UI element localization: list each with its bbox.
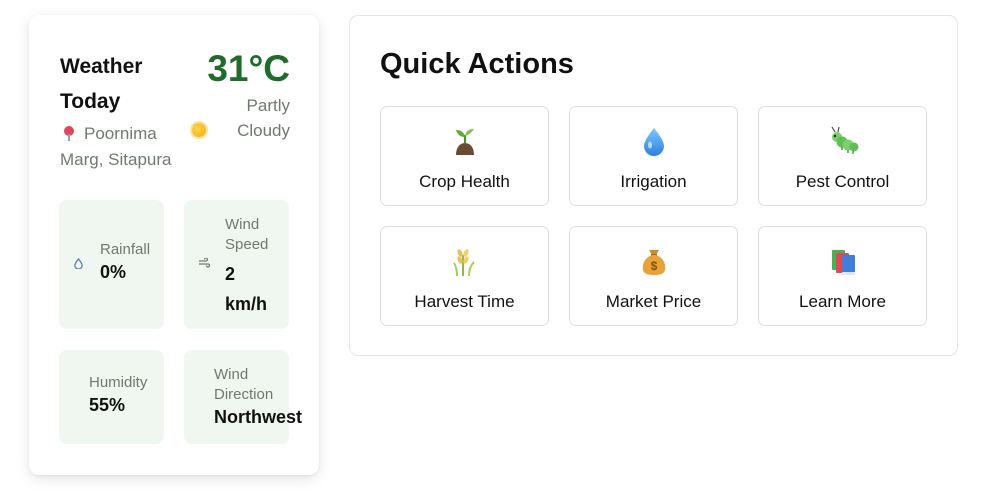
learn-more-label: Learn More	[799, 292, 886, 311]
temperature-value: 31°C	[207, 48, 290, 89]
rainfall-value: 0%	[100, 262, 127, 282]
rainfall-tile: Rainfall 0%	[59, 200, 164, 329]
wind-direction-label: Wind Direction	[214, 366, 274, 403]
crop-health-label: Crop Health	[419, 172, 510, 191]
wind-direction-tile: Wind Direction Northwest	[184, 350, 302, 444]
learn-more-button[interactable]: Learn More	[758, 226, 927, 326]
weather-condition: Partly Cloudy	[192, 93, 290, 143]
sun-icon	[192, 123, 206, 137]
svg-text:$: $	[650, 259, 657, 273]
weather-title: Weather Today	[60, 55, 143, 113]
seedling-icon	[381, 125, 548, 157]
weather-card: Weather Today 31°C Partly Cloudy Poornim…	[29, 15, 319, 475]
wind-speed-label: Wind Speed	[225, 216, 269, 253]
wind-speed-value: 2 km/h	[225, 264, 268, 314]
water-drop-icon	[570, 125, 737, 157]
pin-icon	[64, 126, 74, 141]
wind-speed-tile: Wind Speed 2 km/h	[184, 200, 289, 329]
books-icon	[759, 245, 926, 277]
humidity-tile: Humidity 55%	[59, 350, 164, 444]
harvest-time-button[interactable]: Harvest Time	[380, 226, 549, 326]
money-bag-icon: $	[570, 245, 737, 277]
market-price-label: Market Price	[605, 292, 702, 311]
condition-text: Partly Cloudy	[237, 96, 290, 140]
quick-actions-card: Quick Actions Crop Health Irrigation Pes…	[349, 15, 958, 356]
humidity-value: 55%	[89, 395, 126, 415]
quick-actions-title: Quick Actions	[380, 48, 574, 80]
location-text: Poornima Marg, Sitapura	[60, 124, 172, 169]
wind-icon	[198, 257, 211, 272]
bug-icon	[759, 125, 926, 157]
irrigation-label: Irrigation	[620, 172, 687, 191]
wind-direction-value: Northwest	[214, 407, 303, 427]
crop-health-button[interactable]: Crop Health	[380, 106, 549, 206]
droplet-icon	[73, 257, 84, 273]
irrigation-button[interactable]: Irrigation	[569, 106, 738, 206]
harvest-time-label: Harvest Time	[414, 292, 515, 311]
location: Poornima Marg, Sitapura	[60, 121, 190, 173]
wheat-icon	[381, 245, 548, 277]
humidity-label: Humidity	[89, 374, 148, 391]
rainfall-label: Rainfall	[100, 241, 151, 258]
pest-control-label: Pest Control	[795, 172, 890, 191]
market-price-button[interactable]: $ Market Price	[569, 226, 738, 326]
pest-control-button[interactable]: Pest Control	[758, 106, 927, 206]
